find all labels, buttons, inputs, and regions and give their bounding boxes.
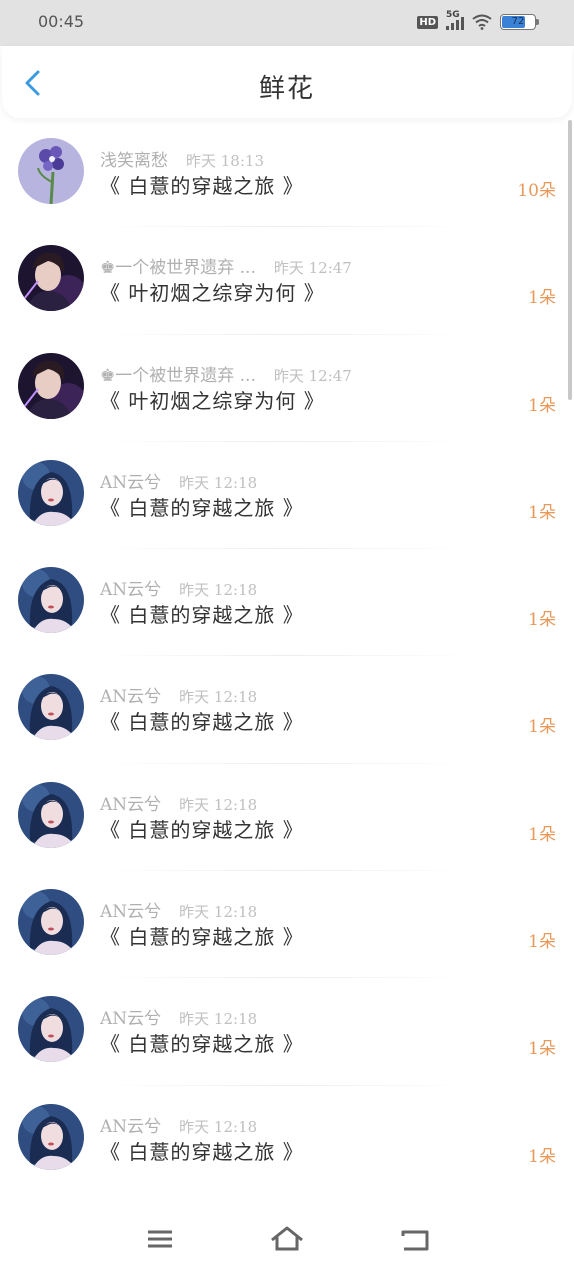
avatar[interactable] <box>18 567 84 634</box>
user-name[interactable]: AN云兮 <box>100 682 161 707</box>
book-title[interactable]: 《 白薏的穿越之旅 》 <box>100 814 304 843</box>
list-item[interactable]: 浅笑离愁 昨天 18:13 《 白薏的穿越之旅 》 10朵 <box>0 120 574 228</box>
timestamp: 昨天 12:18 <box>179 1010 258 1029</box>
user-name[interactable]: AN云兮 <box>100 575 161 600</box>
flower-count: 1朵 <box>528 932 556 953</box>
status-bar: 00:45 HD 5G 72 <box>0 0 574 46</box>
avatar[interactable] <box>18 245 84 312</box>
avatar[interactable] <box>18 459 84 526</box>
avatar[interactable] <box>18 996 84 1063</box>
user-name[interactable]: ♚一个被世界遗弃 ... <box>100 253 256 278</box>
flower-count: 1朵 <box>528 502 556 523</box>
list-item[interactable]: AN云兮 昨天 12:18 《 白薏的穿越之旅 》 1朵 <box>0 1086 574 1193</box>
list-item[interactable]: ♚一个被世界遗弃 ... 昨天 12:47 《 叶初烟之综穿为何 》 1朵 <box>0 335 574 442</box>
book-title[interactable]: 《 白薏的穿越之旅 》 <box>100 492 304 521</box>
user-name[interactable]: AN云兮 <box>100 468 161 493</box>
status-icons: HD 5G 72 <box>417 10 539 33</box>
item-meta: ♚一个被世界遗弃 ... 昨天 12:47 <box>100 253 352 278</box>
menu-icon[interactable] <box>140 1224 180 1254</box>
user-name[interactable]: AN云兮 <box>100 897 161 922</box>
hd-icon: HD <box>417 15 438 29</box>
signal-icon: 5G <box>446 10 464 30</box>
item-meta: AN云兮 昨天 12:18 <box>100 575 257 600</box>
book-title[interactable]: 《 白薏的穿越之旅 》 <box>100 599 304 628</box>
timestamp: 昨天 12:18 <box>179 473 258 492</box>
avatar[interactable] <box>18 674 84 741</box>
book-title[interactable]: 《 叶初烟之综穿为何 》 <box>100 277 325 306</box>
avatar[interactable] <box>18 138 84 204</box>
timestamp: 昨天 12:47 <box>273 259 352 278</box>
flower-count: 1朵 <box>528 1146 556 1167</box>
flower-count: 1朵 <box>528 288 556 309</box>
user-name[interactable]: AN云兮 <box>100 1112 161 1137</box>
flower-count: 1朵 <box>528 610 556 631</box>
flower-count: 1朵 <box>528 824 556 845</box>
scrollbar[interactable] <box>568 120 572 400</box>
book-title[interactable]: 《 白薏的穿越之旅 》 <box>100 1136 304 1165</box>
flower-count: 10朵 <box>517 181 556 201</box>
item-meta: 浅笑离愁 昨天 18:13 <box>100 146 264 171</box>
user-name[interactable]: AN云兮 <box>100 790 161 815</box>
item-meta: AN云兮 昨天 12:18 <box>100 1004 257 1029</box>
item-meta: AN云兮 昨天 12:18 <box>100 897 257 922</box>
avatar[interactable] <box>18 889 84 956</box>
list-item[interactable]: AN云兮 昨天 12:18 《 白薏的穿越之旅 》 1朵 <box>0 549 574 657</box>
timestamp: 昨天 12:18 <box>179 903 258 922</box>
timestamp: 昨天 12:18 <box>179 688 258 707</box>
item-meta: AN云兮 昨天 12:18 <box>100 1112 257 1137</box>
list-item[interactable]: AN云兮 昨天 12:18 《 白薏的穿越之旅 》 1朵 <box>0 764 574 872</box>
wifi-icon <box>472 14 492 30</box>
battery-text: 72 <box>511 16 525 27</box>
avatar[interactable] <box>18 781 84 848</box>
home-icon[interactable] <box>267 1224 307 1254</box>
timestamp: 昨天 12:18 <box>179 581 258 600</box>
user-name[interactable]: ♚一个被世界遗弃 ... <box>100 361 256 386</box>
user-name[interactable]: AN云兮 <box>100 1004 161 1029</box>
list-item[interactable]: AN云兮 昨天 12:18 《 白薏的穿越之旅 》 1朵 <box>0 978 574 1086</box>
system-nav-bar <box>0 1192 574 1280</box>
flower-count: 1朵 <box>528 1039 556 1060</box>
flower-count: 1朵 <box>528 717 556 738</box>
book-title[interactable]: 《 白薏的穿越之旅 》 <box>100 170 304 199</box>
flower-count: 1朵 <box>528 395 556 416</box>
timestamp: 昨天 12:18 <box>179 795 258 814</box>
network-type-label: 5G <box>446 10 460 20</box>
book-title[interactable]: 《 白薏的穿越之旅 》 <box>100 706 304 735</box>
user-name[interactable]: 浅笑离愁 <box>100 146 168 171</box>
avatar[interactable] <box>18 1103 84 1170</box>
timestamp: 昨天 18:13 <box>186 152 264 170</box>
avatar[interactable] <box>18 352 84 419</box>
item-meta: AN云兮 昨天 12:18 <box>100 790 257 815</box>
page-title: 鲜花 <box>258 74 315 104</box>
battery-icon: 72 <box>500 14 539 30</box>
top-bar: 鲜花 <box>2 46 572 118</box>
list-item[interactable]: ♚一个被世界遗弃 ... 昨天 12:47 《 叶初烟之综穿为何 》 1朵 <box>0 227 574 335</box>
flower-list[interactable]: 浅笑离愁 昨天 18:13 《 白薏的穿越之旅 》 10朵 ♚一个被世界遗弃 ... 昨天… <box>0 120 574 1193</box>
timestamp: 昨天 12:47 <box>273 366 352 385</box>
item-meta: ♚一个被世界遗弃 ... 昨天 12:47 <box>100 361 352 386</box>
list-item[interactable]: AN云兮 昨天 12:18 《 白薏的穿越之旅 》 1朵 <box>0 871 574 979</box>
status-time: 00:45 <box>38 12 85 31</box>
item-meta: AN云兮 昨天 12:18 <box>100 682 257 707</box>
list-item[interactable]: AN云兮 昨天 12:18 《 白薏的穿越之旅 》 1朵 <box>0 442 574 550</box>
back-icon[interactable] <box>395 1224 435 1254</box>
book-title[interactable]: 《 白薏的穿越之旅 》 <box>100 921 304 950</box>
item-meta: AN云兮 昨天 12:18 <box>100 468 257 493</box>
timestamp: 昨天 12:18 <box>179 1117 258 1136</box>
book-title[interactable]: 《 白薏的穿越之旅 》 <box>100 1028 304 1057</box>
book-title[interactable]: 《 叶初烟之综穿为何 》 <box>100 385 325 414</box>
list-item[interactable]: AN云兮 昨天 12:18 《 白薏的穿越之旅 》 1朵 <box>0 656 574 764</box>
